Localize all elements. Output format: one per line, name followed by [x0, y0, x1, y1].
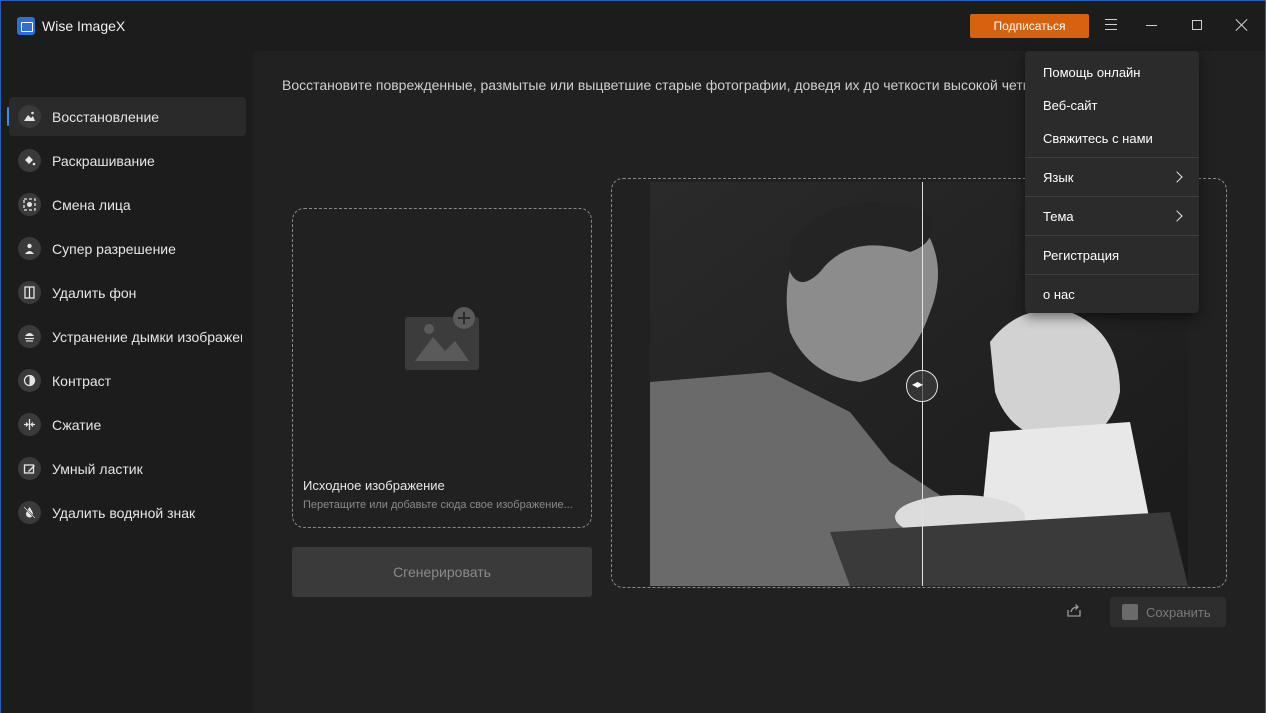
- upload-title: Исходное изображение: [303, 478, 445, 493]
- sidebar-item-smart-eraser[interactable]: Умный ластик: [9, 449, 246, 488]
- compare-handle-icon[interactable]: [906, 370, 938, 402]
- sidebar-item-label: Сжатие: [52, 417, 102, 433]
- menu-item-theme[interactable]: Тема: [1025, 200, 1199, 233]
- dehaze-icon: [18, 325, 41, 348]
- menu-item-language[interactable]: Язык: [1025, 161, 1199, 194]
- upload-dropzone[interactable]: Исходное изображение Перетащите или доба…: [292, 208, 592, 528]
- menu-item-online-help[interactable]: Помощь онлайн: [1025, 56, 1199, 89]
- sidebar-item-super-resolution[interactable]: Супер разрешение: [9, 229, 246, 268]
- menu-divider: [1025, 235, 1199, 236]
- menu-item-label: Веб-сайт: [1043, 98, 1098, 113]
- menu-item-website[interactable]: Веб-сайт: [1025, 89, 1199, 122]
- share-icon[interactable]: [1067, 603, 1081, 617]
- sidebar-item-label: Контраст: [52, 373, 112, 389]
- super-resolution-icon: [18, 237, 41, 260]
- settings-dropdown-menu: Помощь онлайн Веб-сайт Свяжитесь с нами …: [1025, 51, 1199, 313]
- sidebar-item-label: Удалить водяной знак: [52, 505, 196, 521]
- subscribe-button[interactable]: Подписаться: [970, 14, 1089, 38]
- app-logo-icon: [17, 17, 35, 35]
- save-label: Сохранить: [1146, 605, 1211, 620]
- paint-bucket-icon: [18, 149, 41, 172]
- upload-hint: Перетащите или добавьте сюда свое изобра…: [303, 499, 573, 511]
- sidebar-item-dehaze[interactable]: Устранение дымки изображения: [9, 317, 246, 356]
- contrast-icon: [18, 369, 41, 392]
- menu-item-label: Регистрация: [1043, 248, 1119, 263]
- sidebar: Восстановление Раскрашивание Смена лица …: [1, 51, 253, 713]
- sidebar-item-colorize[interactable]: Раскрашивание: [9, 141, 246, 180]
- sidebar-item-label: Раскрашивание: [52, 153, 155, 169]
- sidebar-item-label: Удалить фон: [52, 285, 137, 301]
- page-description: Восстановите поврежденные, размытые или …: [282, 77, 1140, 93]
- restore-icon: [18, 105, 41, 128]
- menu-item-label: о нас: [1043, 287, 1075, 302]
- download-icon: [1122, 604, 1138, 620]
- chevron-right-icon: [1171, 171, 1183, 183]
- menu-item-registration[interactable]: Регистрация: [1025, 239, 1199, 272]
- add-image-icon: [405, 307, 479, 370]
- sidebar-item-remove-background[interactable]: Удалить фон: [9, 273, 246, 312]
- menu-divider: [1025, 274, 1199, 275]
- generate-button[interactable]: Сгенерировать: [292, 547, 592, 597]
- menu-item-label: Свяжитесь с нами: [1043, 131, 1153, 146]
- app-title: Wise ImageX: [42, 18, 126, 34]
- menu-item-label: Язык: [1043, 170, 1074, 185]
- menu-divider: [1025, 157, 1199, 158]
- sidebar-item-label: Устранение дымки изображения: [52, 329, 242, 345]
- sidebar-item-label: Супер разрешение: [52, 241, 176, 257]
- sidebar-item-compress[interactable]: Сжатие: [9, 405, 246, 444]
- menu-item-contact-us[interactable]: Свяжитесь с нами: [1025, 122, 1199, 155]
- sidebar-item-contrast[interactable]: Контраст: [9, 361, 246, 400]
- minimize-icon[interactable]: [1146, 25, 1157, 26]
- hamburger-menu-icon[interactable]: [1105, 19, 1117, 31]
- sidebar-item-face-swap[interactable]: Смена лица: [9, 185, 246, 224]
- remove-background-icon: [18, 281, 41, 304]
- menu-divider: [1025, 196, 1199, 197]
- chevron-right-icon: [1171, 210, 1183, 222]
- menu-item-label: Тема: [1043, 209, 1074, 224]
- save-button[interactable]: Сохранить: [1110, 597, 1226, 627]
- app-window: Wise ImageX Подписаться Восстановление Р…: [0, 0, 1266, 713]
- title-bar: Wise ImageX Подписаться: [1, 1, 1265, 51]
- sidebar-item-remove-watermark[interactable]: Удалить водяной знак: [9, 493, 246, 532]
- remove-watermark-icon: [18, 501, 41, 524]
- face-swap-icon: [18, 193, 41, 216]
- compress-icon: [18, 413, 41, 436]
- sidebar-item-label: Умный ластик: [52, 461, 143, 477]
- close-icon[interactable]: [1235, 18, 1249, 32]
- sidebar-item-label: Восстановление: [52, 109, 160, 125]
- menu-item-about[interactable]: о нас: [1025, 278, 1199, 311]
- maximize-icon[interactable]: [1192, 20, 1202, 30]
- menu-item-label: Помощь онлайн: [1043, 65, 1141, 80]
- sidebar-item-restore[interactable]: Восстановление: [7, 97, 246, 136]
- eraser-icon: [18, 457, 41, 480]
- sidebar-item-label: Смена лица: [52, 197, 131, 213]
